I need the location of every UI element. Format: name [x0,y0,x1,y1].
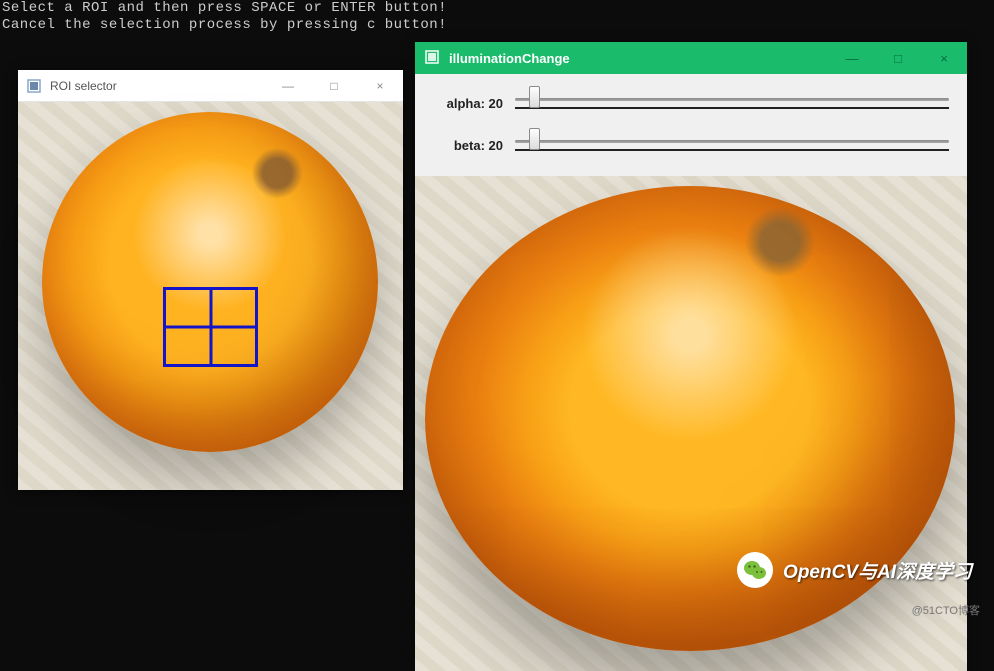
wechat-icon [737,552,773,588]
alpha-trackbar-row: alpha: 20 [429,82,953,124]
roi-orange-image [42,112,378,452]
illum-image-area [415,176,967,671]
close-button[interactable]: × [357,70,403,102]
maximize-icon: □ [894,51,902,66]
close-icon: × [940,51,948,66]
maximize-button[interactable]: □ [311,70,357,102]
app-icon [26,78,42,94]
wechat-watermark: OpenCV与AI深度学习 [737,552,972,588]
app-icon [425,50,441,66]
beta-trackbar-row: beta: 20 [429,124,953,166]
roi-image-area[interactable] [18,102,403,490]
wechat-text: OpenCV与AI深度学习 [783,557,972,584]
console-output: Select a ROI and then press SPACE or ENT… [2,0,447,34]
alpha-slider[interactable] [511,88,953,118]
maximize-button[interactable]: □ [875,42,921,74]
illum-titlebar[interactable]: illuminationChange — □ × [415,42,967,74]
slider-baseline [515,107,949,109]
trackbar-panel: alpha: 20 beta: 20 [415,74,967,176]
beta-label: beta: 20 [429,138,511,153]
console-line-1: Select a ROI and then press SPACE or ENT… [2,0,447,16]
slider-track [515,140,949,143]
minimize-icon: — [846,51,859,66]
corner-watermark: @51CTO博客 [912,602,980,618]
roi-titlebar[interactable]: ROI selector — □ × [18,70,403,102]
minimize-button[interactable]: — [829,42,875,74]
minimize-icon: — [282,79,294,93]
alpha-label: alpha: 20 [429,96,511,111]
alpha-slider-thumb[interactable] [529,86,540,108]
minimize-button[interactable]: — [265,70,311,102]
roi-selector-window: ROI selector — □ × [18,70,403,490]
roi-title: ROI selector [50,79,265,93]
maximize-icon: □ [330,79,337,93]
console-line-2: Cancel the selection process by pressing… [2,17,447,33]
beta-slider-thumb[interactable] [529,128,540,150]
roi-selection-box[interactable] [163,287,258,367]
illum-title: illuminationChange [449,51,829,66]
slider-track [515,98,949,101]
close-icon: × [376,79,383,93]
beta-slider[interactable] [511,130,953,160]
slider-baseline [515,149,949,151]
close-button[interactable]: × [921,42,967,74]
